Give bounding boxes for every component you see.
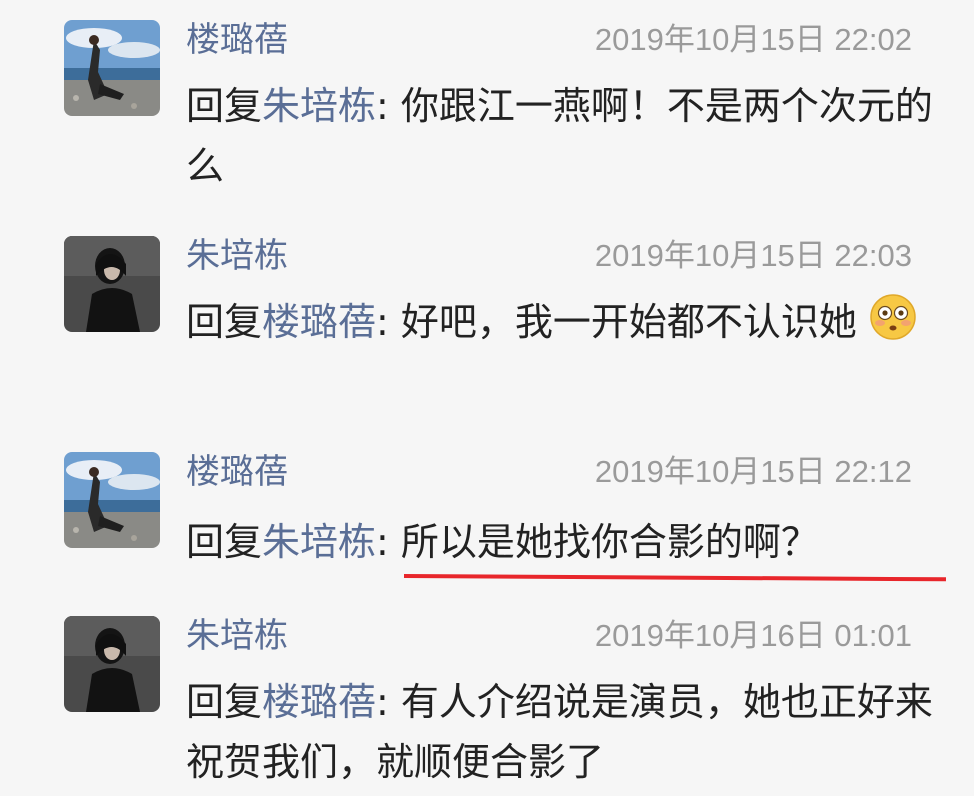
reply-target-name[interactable]: 朱培栋 [262, 84, 376, 128]
reply-separator: : [376, 520, 401, 564]
dark-portrait-icon [64, 616, 160, 712]
reply-separator: : [376, 300, 401, 344]
message-text: 所以是她找你合影的啊？ [400, 520, 819, 564]
avatar[interactable] [64, 616, 160, 712]
reply-target-name[interactable]: 楼璐蓓 [262, 680, 376, 724]
landscape-photo-icon [64, 452, 160, 548]
author-name[interactable]: 朱培栋 [186, 234, 288, 278]
author-name[interactable]: 朱培栋 [186, 614, 288, 658]
timestamp: 2019年10月15日 22:03 [594, 238, 912, 273]
author-name[interactable]: 楼璐蓓 [186, 450, 288, 494]
landscape-photo-icon [64, 20, 160, 116]
comment-text: 回复楼璐蓓: 好吧，我一开始都不认识她 [186, 292, 934, 352]
reply-label: 回复 [186, 520, 263, 564]
reply-label: 回复 [186, 680, 263, 724]
dark-portrait-icon [64, 236, 160, 332]
author-name[interactable]: 楼璐蓓 [186, 18, 288, 62]
reply-separator: : [376, 680, 401, 724]
avatar[interactable] [64, 236, 160, 332]
avatar[interactable] [64, 20, 160, 116]
reply-target-name[interactable]: 朱培栋 [262, 520, 376, 564]
comment-item: 朱培栋 2019年10月15日 22:03 回复楼璐蓓: 好吧，我一开始都不认识… [0, 216, 974, 416]
reply-label: 回复 [186, 300, 263, 344]
comment-text: 回复朱培栋: 所以是她找你合影的啊？ [186, 512, 934, 572]
reply-separator: : [376, 84, 401, 128]
avatar[interactable] [64, 452, 160, 548]
reply-target-name[interactable]: 楼璐蓓 [262, 300, 376, 344]
reply-label: 回复 [186, 84, 263, 128]
comment-item: 楼璐蓓 2019年10月15日 22:02 回复朱培栋: 你跟江一燕啊！不是两个… [0, 0, 974, 200]
timestamp: 2019年10月15日 22:02 [594, 22, 912, 57]
timestamp: 2019年10月15日 22:12 [594, 454, 912, 489]
timestamp: 2019年10月16日 01:01 [594, 618, 912, 653]
message-text: 好吧，我一开始都不认识她 [400, 300, 857, 344]
comment-text: 回复朱培栋: 你跟江一燕啊！不是两个次元的么 [186, 76, 934, 196]
flushed-face-emoji-icon [870, 294, 916, 340]
comment-text: 回复楼璐蓓: 有人介绍说是演员，她也正好来祝贺我们，就顺便合影了 [186, 672, 934, 792]
comment-item: 朱培栋 2019年10月16日 01:01 回复楼璐蓓: 有人介绍说是演员，她也… [0, 596, 974, 796]
